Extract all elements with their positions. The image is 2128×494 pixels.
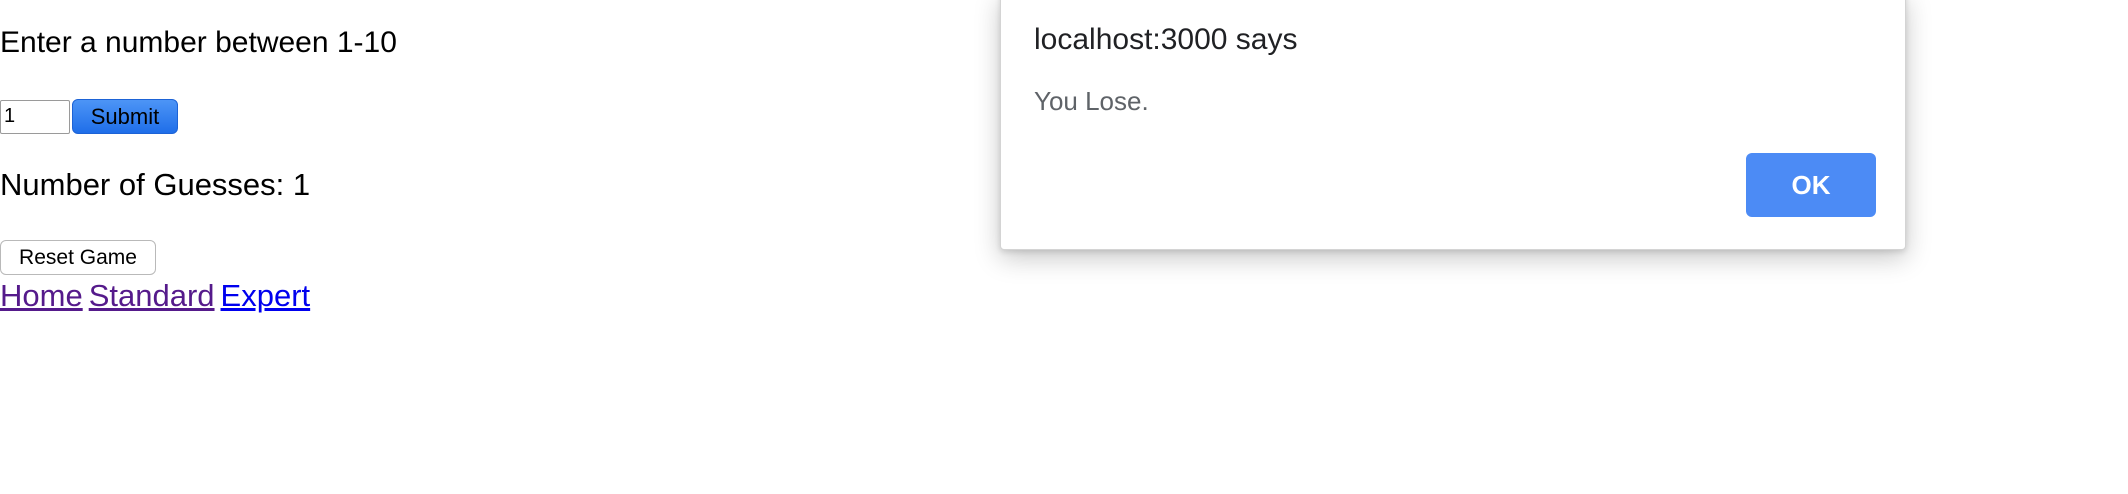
alert-dialog: localhost:3000 says You Lose. OK: [1000, 0, 1906, 250]
alert-title: localhost:3000 says: [1034, 23, 1298, 56]
nav-link-standard[interactable]: Standard: [89, 278, 215, 313]
nav-link-expert[interactable]: Expert: [221, 278, 311, 313]
guess-input[interactable]: [0, 99, 70, 134]
reset-game-button[interactable]: Reset Game: [0, 240, 156, 275]
page: Enter a number between 1-10 Submit Numbe…: [0, 0, 2128, 494]
number-prompt: Enter a number between 1-10: [0, 26, 397, 59]
nav-link-home[interactable]: Home: [0, 278, 83, 313]
ok-button[interactable]: OK: [1746, 153, 1876, 217]
guess-count: Number of Guesses: 1: [0, 167, 311, 202]
nav-links: Home Standard Expert: [0, 277, 316, 315]
guess-form: Submit: [0, 99, 178, 134]
submit-button[interactable]: Submit: [72, 99, 178, 134]
alert-message: You Lose.: [1034, 86, 1149, 116]
